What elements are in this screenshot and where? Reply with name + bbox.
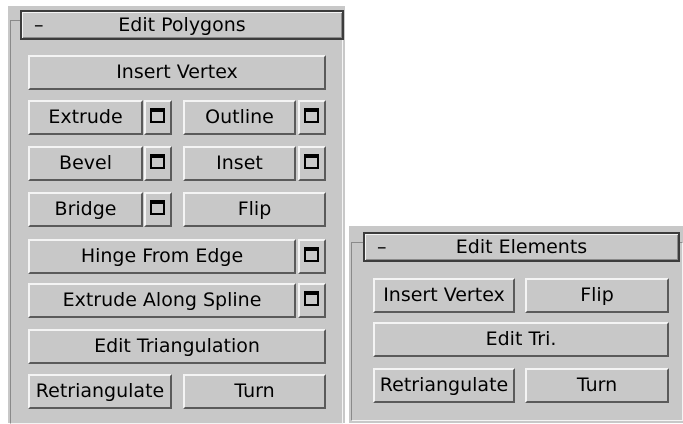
- edit-triangulation-button[interactable]: Edit Triangulation: [28, 329, 326, 364]
- settings-box-icon: [304, 247, 319, 262]
- bevel-settings-button[interactable]: [144, 146, 172, 181]
- bevel-button[interactable]: Bevel: [28, 146, 143, 181]
- turn-button[interactable]: Turn: [525, 368, 669, 403]
- insert-vertex-button[interactable]: Insert Vertex: [28, 55, 326, 90]
- turn-button[interactable]: Turn: [183, 374, 326, 409]
- rollout-title: Edit Polygons: [118, 14, 246, 36]
- rollout-header-edit-elements[interactable]: – Edit Elements: [363, 232, 680, 262]
- flip-button[interactable]: Flip: [183, 192, 326, 227]
- inset-settings-button[interactable]: [298, 146, 326, 181]
- bridge-button[interactable]: Bridge: [28, 192, 143, 227]
- settings-box-icon: [304, 154, 319, 169]
- settings-box-icon: [150, 154, 165, 169]
- flip-button[interactable]: Flip: [525, 278, 669, 313]
- extrude-along-spline-button[interactable]: Extrude Along Spline: [28, 283, 296, 318]
- settings-box-icon: [150, 200, 165, 215]
- hinge-from-edge-settings-button[interactable]: [298, 239, 326, 274]
- outline-settings-button[interactable]: [298, 100, 326, 135]
- extrude-button[interactable]: Extrude: [28, 100, 143, 135]
- hinge-from-edge-button[interactable]: Hinge From Edge: [28, 239, 296, 274]
- settings-box-icon: [150, 108, 165, 123]
- bridge-settings-button[interactable]: [144, 192, 172, 227]
- retriangulate-button[interactable]: Retriangulate: [28, 374, 172, 409]
- retriangulate-button[interactable]: Retriangulate: [373, 368, 515, 403]
- edit-polygons-rollout: – Edit Polygons Insert Vertex Extrude Ou…: [8, 6, 345, 424]
- insert-vertex-button[interactable]: Insert Vertex: [373, 278, 515, 313]
- extrude-settings-button[interactable]: [144, 100, 172, 135]
- rollout-title: Edit Elements: [455, 236, 588, 258]
- extrude-along-spline-settings-button[interactable]: [298, 283, 326, 318]
- edit-tri-button[interactable]: Edit Tri.: [373, 322, 669, 357]
- settings-box-icon: [304, 108, 319, 123]
- inset-button[interactable]: Inset: [183, 146, 296, 181]
- rollout-header-edit-polygons[interactable]: – Edit Polygons: [20, 10, 344, 40]
- outline-button[interactable]: Outline: [183, 100, 296, 135]
- settings-box-icon: [304, 291, 319, 306]
- edit-elements-rollout: – Edit Elements Insert Vertex Flip Edit …: [349, 226, 683, 423]
